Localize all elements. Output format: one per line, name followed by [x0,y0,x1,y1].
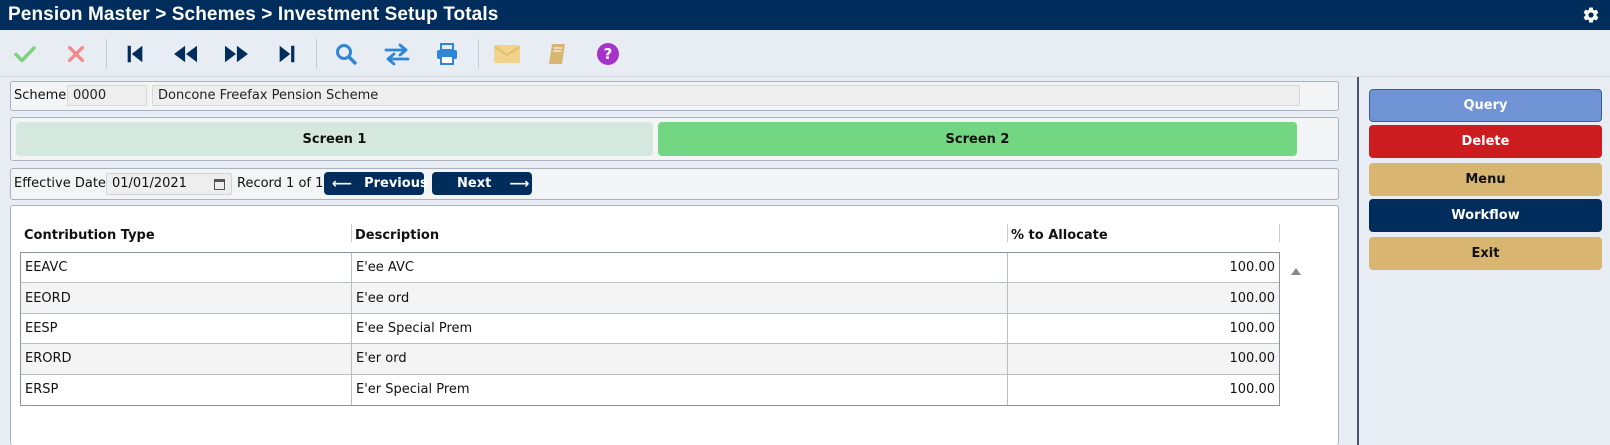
scheme-label: Scheme [14,88,67,103]
help-icon[interactable]: ? [591,37,625,71]
exit-button[interactable]: Exit [1369,237,1602,270]
toolbar-separator [316,39,317,69]
scheme-code-field[interactable]: 0000 [67,85,147,106]
table-row[interactable]: EEAVC E'ee AVC 100.00 [21,253,1279,284]
tab-screen-2[interactable]: Screen 2 [658,122,1297,156]
delete-button[interactable]: Delete [1369,125,1602,158]
allocation-grid-panel: Contribution Type Description % to Alloc… [10,205,1339,445]
column-header-percent-to-allocate[interactable]: % to Allocate [1011,228,1108,243]
allocation-grid: Contribution Type Description % to Alloc… [20,220,1301,406]
column-divider[interactable] [1279,224,1280,242]
last-record-icon[interactable] [270,37,304,71]
action-sidebar: Query Delete Menu Workflow Exit [1357,77,1610,445]
percent-cell[interactable]: 100.00 [1008,253,1279,282]
toolbar: ? [0,30,1610,77]
description-cell[interactable]: E'ee ord [352,283,1008,313]
percent-cell[interactable]: 100.00 [1008,314,1279,343]
toolbar-separator [478,39,479,69]
arrow-right-icon: ⟶ [509,175,530,192]
table-row[interactable]: ERSP E'er Special Prem 100.00 [21,374,1279,405]
search-icon[interactable] [329,37,363,71]
previous-button-label: Previous [364,176,428,191]
notebook-icon[interactable] [540,37,574,71]
screen-tabs: Screen 1 Screen 2 [10,117,1339,161]
next-button-label: Next [457,176,492,191]
mail-icon[interactable] [490,37,524,71]
contribution-type-cell[interactable]: ERORD [21,344,352,374]
previous-button[interactable]: ⟵ Previous [324,172,428,195]
percent-cell[interactable]: 100.00 [1008,375,1279,405]
table-row[interactable]: EEORD E'ee ord 100.00 [21,283,1279,314]
swap-icon[interactable] [380,37,414,71]
confirm-icon[interactable] [8,37,42,71]
first-record-icon[interactable] [118,37,152,71]
gear-icon[interactable] [1582,6,1600,24]
effective-date-value: 01/01/2021 [112,176,187,191]
calendar-icon[interactable] [214,179,225,190]
grid-body: EEAVC E'ee AVC 100.00 EEORD E'ee ord 100… [20,252,1280,406]
workflow-button[interactable]: Workflow [1369,199,1602,232]
effective-date-input[interactable]: 01/01/2021 [106,173,232,195]
contribution-type-cell[interactable]: EESP [21,313,352,344]
description-cell[interactable]: E'ee Special Prem [352,313,1008,344]
title-bar: Pension Master > Schemes > Investment Se… [0,0,1610,30]
contribution-type-cell[interactable]: ERSP [21,374,352,405]
scheme-name-field[interactable]: Doncone Freefax Pension Scheme [152,85,1300,106]
toolbar-separator [106,39,107,69]
description-cell[interactable]: E'er ord [352,344,1008,374]
effective-date-label: Effective Date [14,176,106,191]
description-cell[interactable]: E'ee AVC [352,253,1008,283]
menu-button[interactable]: Menu [1369,163,1602,196]
cancel-icon[interactable] [59,37,93,71]
column-divider[interactable] [351,224,352,242]
column-header-description[interactable]: Description [355,228,439,243]
scroll-up-icon[interactable] [1291,268,1301,275]
print-icon[interactable] [430,37,464,71]
column-header-contribution-type[interactable]: Contribution Type [24,228,155,243]
tab-screen-1[interactable]: Screen 1 [16,122,653,156]
percent-cell[interactable]: 100.00 [1008,283,1279,312]
next-button[interactable]: Next ⟶ [432,172,532,195]
table-row[interactable]: EESP E'ee Special Prem 100.00 [21,313,1279,345]
grid-header: Contribution Type Description % to Alloc… [20,220,1280,252]
previous-record-icon[interactable] [169,37,203,71]
record-count: Record 1 of 1 [237,176,324,191]
query-button[interactable]: Query [1369,89,1602,122]
effective-date-panel: Effective Date 01/01/2021 Record 1 of 1 … [10,168,1339,200]
arrow-left-icon: ⟵ [332,175,353,192]
percent-cell[interactable]: 100.00 [1008,344,1279,373]
scheme-panel: Scheme 0000 Doncone Freefax Pension Sche… [10,81,1339,111]
window-title: Pension Master > Schemes > Investment Se… [8,4,499,25]
next-record-icon[interactable] [219,37,253,71]
description-cell[interactable]: E'er Special Prem [352,374,1008,405]
contribution-type-cell[interactable]: EEORD [21,283,352,313]
table-row[interactable]: ERORD E'er ord 100.00 [21,344,1279,375]
contribution-type-cell[interactable]: EEAVC [21,253,352,283]
svg-text:?: ? [604,45,613,63]
column-divider[interactable] [1007,224,1008,242]
main-content: Scheme 0000 Doncone Freefax Pension Sche… [0,77,1350,445]
